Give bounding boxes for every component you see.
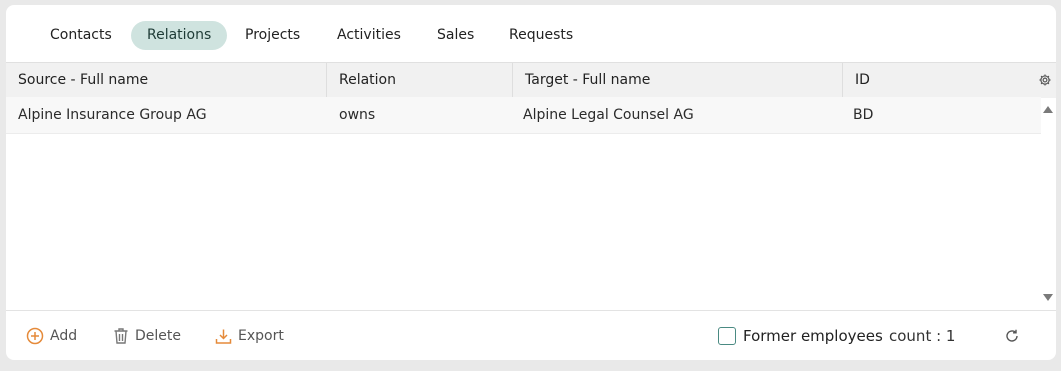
table-footer: Add Delete Export Former employees count…	[6, 310, 1056, 360]
refresh-icon[interactable]	[1004, 328, 1020, 344]
add-icon	[26, 327, 44, 345]
cell-id: BD	[853, 107, 874, 123]
tab-requests[interactable]: Requests	[493, 21, 589, 50]
delete-button[interactable]: Delete	[113, 325, 181, 347]
trash-icon	[113, 327, 129, 345]
cell-source: Alpine Insurance Group AG	[18, 107, 207, 123]
add-label: Add	[50, 328, 78, 344]
cell-relation: owns	[339, 107, 376, 123]
count-label: count : 1	[889, 327, 956, 345]
column-header-id[interactable]: ID	[843, 63, 1033, 98]
tab-activities[interactable]: Activities	[321, 21, 417, 50]
former-employees-checkbox[interactable]	[718, 327, 736, 345]
relations-panel: Contacts Relations Projects Activities S…	[6, 5, 1056, 360]
export-label: Export	[238, 328, 284, 344]
scroll-down-arrow-icon[interactable]	[1043, 294, 1053, 301]
export-icon	[215, 328, 232, 345]
delete-label: Delete	[135, 328, 181, 344]
tab-contacts[interactable]: Contacts	[34, 21, 128, 50]
column-header-relation[interactable]: Relation	[327, 63, 513, 98]
column-header-target[interactable]: Target - Full name	[513, 63, 843, 98]
former-employees-label[interactable]: Former employees	[743, 325, 883, 347]
tab-bar: Contacts Relations Projects Activities S…	[6, 5, 1056, 62]
tab-projects[interactable]: Projects	[229, 21, 316, 50]
gear-icon[interactable]	[1038, 72, 1054, 88]
relations-table: Source - Full name Relation Target - Ful…	[6, 62, 1056, 310]
table-row[interactable]: Alpine Insurance Group AG owns Alpine Le…	[6, 97, 1041, 134]
tab-relations[interactable]: Relations	[131, 21, 228, 50]
export-button[interactable]: Export	[215, 325, 284, 347]
tab-sales[interactable]: Sales	[421, 21, 490, 50]
scroll-up-arrow-icon[interactable]	[1043, 106, 1053, 113]
add-button[interactable]: Add	[26, 325, 77, 347]
table-header: Source - Full name Relation Target - Ful…	[6, 62, 1056, 98]
column-header-source[interactable]: Source - Full name	[6, 63, 327, 98]
cell-target: Alpine Legal Counsel AG	[523, 107, 694, 123]
